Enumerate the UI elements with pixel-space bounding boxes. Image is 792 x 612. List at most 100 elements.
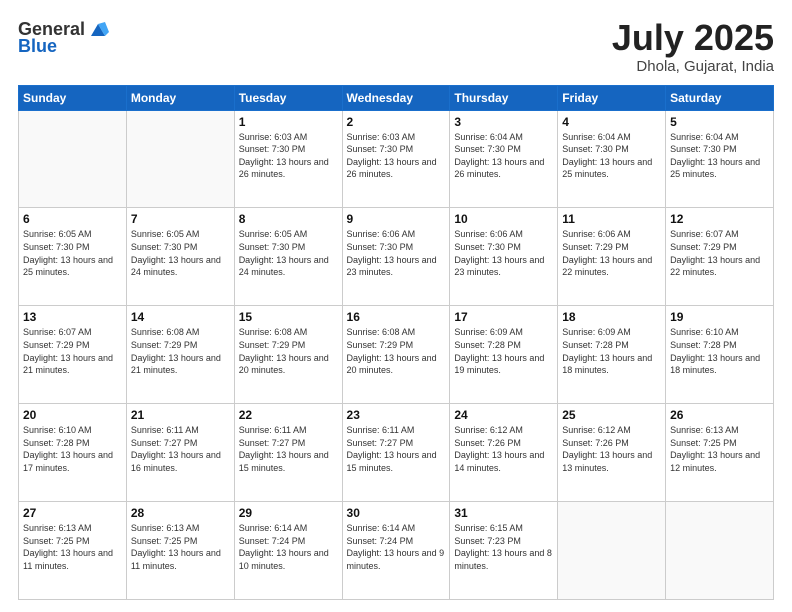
day-info: Sunrise: 6:13 AM Sunset: 7:25 PM Dayligh…	[131, 522, 230, 572]
col-header-thursday: Thursday	[450, 85, 558, 110]
day-number: 26	[670, 408, 769, 422]
day-info: Sunrise: 6:14 AM Sunset: 7:24 PM Dayligh…	[347, 522, 446, 572]
day-number: 15	[239, 310, 338, 324]
day-number: 5	[670, 115, 769, 129]
day-info: Sunrise: 6:13 AM Sunset: 7:25 PM Dayligh…	[670, 424, 769, 474]
day-info: Sunrise: 6:08 AM Sunset: 7:29 PM Dayligh…	[131, 326, 230, 376]
day-info: Sunrise: 6:04 AM Sunset: 7:30 PM Dayligh…	[670, 131, 769, 181]
calendar-cell: 16 Sunrise: 6:08 AM Sunset: 7:29 PM Dayli…	[342, 306, 450, 404]
calendar-cell: 14 Sunrise: 6:08 AM Sunset: 7:29 PM Dayli…	[126, 306, 234, 404]
calendar-cell: 13 Sunrise: 6:07 AM Sunset: 7:29 PM Dayli…	[19, 306, 127, 404]
day-number: 29	[239, 506, 338, 520]
day-info: Sunrise: 6:06 AM Sunset: 7:30 PM Dayligh…	[347, 228, 446, 278]
day-number: 28	[131, 506, 230, 520]
day-number: 18	[562, 310, 661, 324]
day-number: 25	[562, 408, 661, 422]
day-info: Sunrise: 6:03 AM Sunset: 7:30 PM Dayligh…	[347, 131, 446, 181]
logo-icon	[87, 18, 109, 40]
calendar-cell: 4Sunrise: 6:04 AM Sunset: 7:30 PM Daylig…	[558, 110, 666, 208]
calendar-cell: 26 Sunrise: 6:13 AM Sunset: 7:25 PM Dayli…	[666, 404, 774, 502]
day-number: 12	[670, 212, 769, 226]
day-info: Sunrise: 6:12 AM Sunset: 7:26 PM Dayligh…	[562, 424, 661, 474]
calendar-cell: 21 Sunrise: 6:11 AM Sunset: 7:27 PM Dayli…	[126, 404, 234, 502]
calendar-cell: 31Sunrise: 6:15 AM Sunset: 7:23 PM Dayli…	[450, 502, 558, 600]
col-header-sunday: Sunday	[19, 85, 127, 110]
col-header-monday: Monday	[126, 85, 234, 110]
calendar-cell: 22 Sunrise: 6:11 AM Sunset: 7:27 PM Dayli…	[234, 404, 342, 502]
calendar-cell: 17 Sunrise: 6:09 AM Sunset: 7:28 PM Dayli…	[450, 306, 558, 404]
day-info: Sunrise: 6:09 AM Sunset: 7:28 PM Dayligh…	[562, 326, 661, 376]
calendar-cell: 6 Sunrise: 6:05 AM Sunset: 7:30 PM Daylig…	[19, 208, 127, 306]
calendar-cell	[19, 110, 127, 208]
day-number: 23	[347, 408, 446, 422]
day-number: 22	[239, 408, 338, 422]
day-number: 2	[347, 115, 446, 129]
day-info: Sunrise: 6:07 AM Sunset: 7:29 PM Dayligh…	[670, 228, 769, 278]
day-info: Sunrise: 6:07 AM Sunset: 7:29 PM Dayligh…	[23, 326, 122, 376]
calendar-cell: 5 Sunrise: 6:04 AM Sunset: 7:30 PM Daylig…	[666, 110, 774, 208]
calendar-cell: 20 Sunrise: 6:10 AM Sunset: 7:28 PM Dayli…	[19, 404, 127, 502]
day-info: Sunrise: 6:09 AM Sunset: 7:28 PM Dayligh…	[454, 326, 553, 376]
page: General Blue July 2025 Dhola, Gujarat, I…	[0, 0, 792, 612]
day-info: Sunrise: 6:11 AM Sunset: 7:27 PM Dayligh…	[239, 424, 338, 474]
day-info: Sunrise: 6:05 AM Sunset: 7:30 PM Dayligh…	[23, 228, 122, 278]
calendar-cell: 15Sunrise: 6:08 AM Sunset: 7:29 PM Dayli…	[234, 306, 342, 404]
day-number: 31	[454, 506, 553, 520]
calendar-cell: 23 Sunrise: 6:11 AM Sunset: 7:27 PM Dayli…	[342, 404, 450, 502]
day-number: 9	[347, 212, 446, 226]
calendar-cell: 1 Sunrise: 6:03 AM Sunset: 7:30 PM Daylig…	[234, 110, 342, 208]
calendar-cell	[126, 110, 234, 208]
col-header-tuesday: Tuesday	[234, 85, 342, 110]
calendar-cell: 12 Sunrise: 6:07 AM Sunset: 7:29 PM Dayli…	[666, 208, 774, 306]
day-number: 19	[670, 310, 769, 324]
calendar-cell	[558, 502, 666, 600]
day-number: 3	[454, 115, 553, 129]
calendar-cell: 11Sunrise: 6:06 AM Sunset: 7:29 PM Dayli…	[558, 208, 666, 306]
calendar-cell: 9 Sunrise: 6:06 AM Sunset: 7:30 PM Daylig…	[342, 208, 450, 306]
day-number: 24	[454, 408, 553, 422]
day-info: Sunrise: 6:06 AM Sunset: 7:29 PM Dayligh…	[562, 228, 661, 278]
day-number: 21	[131, 408, 230, 422]
day-number: 30	[347, 506, 446, 520]
month-title: July 2025	[612, 18, 774, 58]
calendar-cell: 24 Sunrise: 6:12 AM Sunset: 7:26 PM Dayli…	[450, 404, 558, 502]
calendar-cell: 2 Sunrise: 6:03 AM Sunset: 7:30 PM Daylig…	[342, 110, 450, 208]
calendar-table: SundayMondayTuesdayWednesdayThursdayFrid…	[18, 85, 774, 600]
col-header-friday: Friday	[558, 85, 666, 110]
day-info: Sunrise: 6:10 AM Sunset: 7:28 PM Dayligh…	[23, 424, 122, 474]
day-info: Sunrise: 6:11 AM Sunset: 7:27 PM Dayligh…	[131, 424, 230, 474]
calendar-cell: 25 Sunrise: 6:12 AM Sunset: 7:26 PM Dayli…	[558, 404, 666, 502]
logo-blue-text: Blue	[18, 36, 57, 57]
calendar-cell: 30 Sunrise: 6:14 AM Sunset: 7:24 PM Dayli…	[342, 502, 450, 600]
day-number: 20	[23, 408, 122, 422]
day-info: Sunrise: 6:06 AM Sunset: 7:30 PM Dayligh…	[454, 228, 553, 278]
col-header-wednesday: Wednesday	[342, 85, 450, 110]
day-info: Sunrise: 6:14 AM Sunset: 7:24 PM Dayligh…	[239, 522, 338, 572]
day-info: Sunrise: 6:13 AM Sunset: 7:25 PM Dayligh…	[23, 522, 122, 572]
day-info: Sunrise: 6:03 AM Sunset: 7:30 PM Dayligh…	[239, 131, 338, 181]
day-number: 14	[131, 310, 230, 324]
day-number: 10	[454, 212, 553, 226]
day-number: 6	[23, 212, 122, 226]
calendar-cell: 10 Sunrise: 6:06 AM Sunset: 7:30 PM Dayli…	[450, 208, 558, 306]
calendar-cell: 29 Sunrise: 6:14 AM Sunset: 7:24 PM Dayli…	[234, 502, 342, 600]
calendar-cell	[666, 502, 774, 600]
header: General Blue July 2025 Dhola, Gujarat, I…	[18, 18, 774, 75]
col-header-saturday: Saturday	[666, 85, 774, 110]
calendar-cell: 7Sunrise: 6:05 AM Sunset: 7:30 PM Daylig…	[126, 208, 234, 306]
calendar-cell: 19Sunrise: 6:10 AM Sunset: 7:28 PM Dayli…	[666, 306, 774, 404]
day-info: Sunrise: 6:04 AM Sunset: 7:30 PM Dayligh…	[562, 131, 661, 181]
logo: General Blue	[18, 18, 109, 57]
day-number: 7	[131, 212, 230, 226]
day-number: 17	[454, 310, 553, 324]
title-block: July 2025 Dhola, Gujarat, India	[612, 18, 774, 75]
day-number: 27	[23, 506, 122, 520]
day-number: 13	[23, 310, 122, 324]
day-info: Sunrise: 6:04 AM Sunset: 7:30 PM Dayligh…	[454, 131, 553, 181]
day-number: 16	[347, 310, 446, 324]
day-info: Sunrise: 6:11 AM Sunset: 7:27 PM Dayligh…	[347, 424, 446, 474]
location: Dhola, Gujarat, India	[612, 58, 774, 75]
day-number: 1	[239, 115, 338, 129]
day-info: Sunrise: 6:12 AM Sunset: 7:26 PM Dayligh…	[454, 424, 553, 474]
day-info: Sunrise: 6:08 AM Sunset: 7:29 PM Dayligh…	[347, 326, 446, 376]
